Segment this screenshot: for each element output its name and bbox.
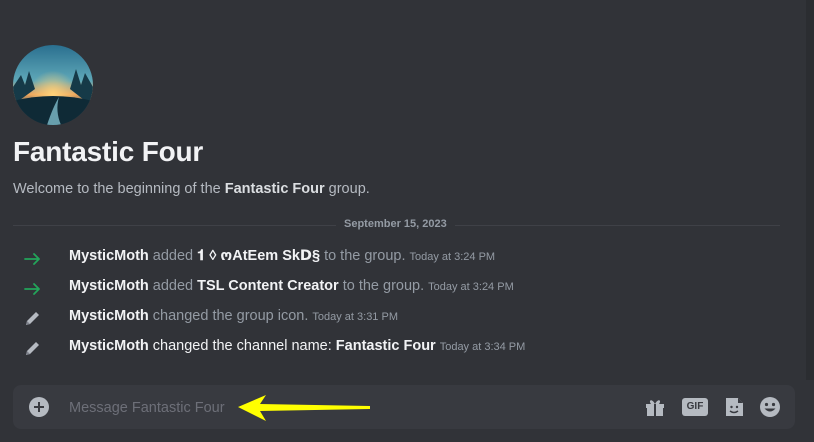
message-target-user[interactable]: TSL Content Creator bbox=[197, 278, 339, 294]
message-action: changed the channel name: bbox=[152, 338, 332, 354]
system-message: MysticMoth added 𝟏 ◊ ოAtEem SkⅮ§ to the … bbox=[0, 248, 790, 270]
upload-plus-button[interactable] bbox=[29, 397, 49, 417]
message-author[interactable]: MysticMoth bbox=[69, 278, 149, 294]
message-action: added bbox=[152, 248, 194, 264]
message-suffix: to the group. bbox=[342, 278, 425, 294]
join-arrow-icon bbox=[24, 253, 40, 265]
welcome-suffix: group. bbox=[324, 181, 370, 197]
message-timestamp[interactable]: Today at 3:24 PM bbox=[428, 281, 514, 293]
message-timestamp[interactable]: Today at 3:34 PM bbox=[440, 341, 526, 353]
group-title: Fantastic Four bbox=[13, 136, 204, 167]
message-action: changed the group icon. bbox=[152, 308, 309, 324]
message-action: added bbox=[152, 278, 194, 294]
message-author[interactable]: MysticMoth bbox=[69, 338, 149, 354]
pencil-icon bbox=[26, 312, 39, 325]
gift-icon[interactable] bbox=[643, 396, 667, 418]
message-timestamp[interactable]: Today at 3:31 PM bbox=[312, 311, 398, 323]
sticker-icon[interactable] bbox=[722, 396, 746, 418]
group-avatar[interactable] bbox=[13, 45, 93, 125]
system-message: MysticMoth changed the group icon. Today … bbox=[0, 308, 790, 330]
message-target-user[interactable]: 𝟏 ◊ ოAtEem SkⅮ§ bbox=[197, 248, 320, 264]
emoji-icon[interactable] bbox=[758, 396, 782, 418]
system-message: MysticMoth changed the channel name: Fan… bbox=[0, 338, 790, 360]
message-timestamp[interactable]: Today at 3:24 PM bbox=[409, 251, 495, 263]
message-new-channel-name: Fantastic Four bbox=[335, 338, 436, 354]
scrollbar[interactable] bbox=[806, 0, 814, 380]
welcome-group-name: Fantastic Four bbox=[224, 181, 325, 197]
gif-label: GIF bbox=[682, 398, 708, 416]
message-suffix: to the group. bbox=[324, 248, 406, 264]
system-message: MysticMoth added TSL Content Creator to … bbox=[0, 278, 790, 300]
welcome-text: Welcome to the beginning of the Fantasti… bbox=[13, 181, 370, 197]
welcome-prefix: Welcome to the beginning of the bbox=[13, 181, 225, 197]
pencil-icon bbox=[26, 342, 39, 355]
join-arrow-icon bbox=[24, 283, 40, 295]
group-avatar-image bbox=[13, 45, 93, 125]
message-author[interactable]: MysticMoth bbox=[69, 248, 149, 264]
message-composer: GIF bbox=[13, 385, 795, 429]
gif-button[interactable]: GIF bbox=[682, 396, 708, 418]
date-divider-label: September 15, 2023 bbox=[336, 218, 455, 230]
annotation-arrow-icon bbox=[238, 395, 370, 421]
message-author[interactable]: MysticMoth bbox=[69, 308, 149, 324]
